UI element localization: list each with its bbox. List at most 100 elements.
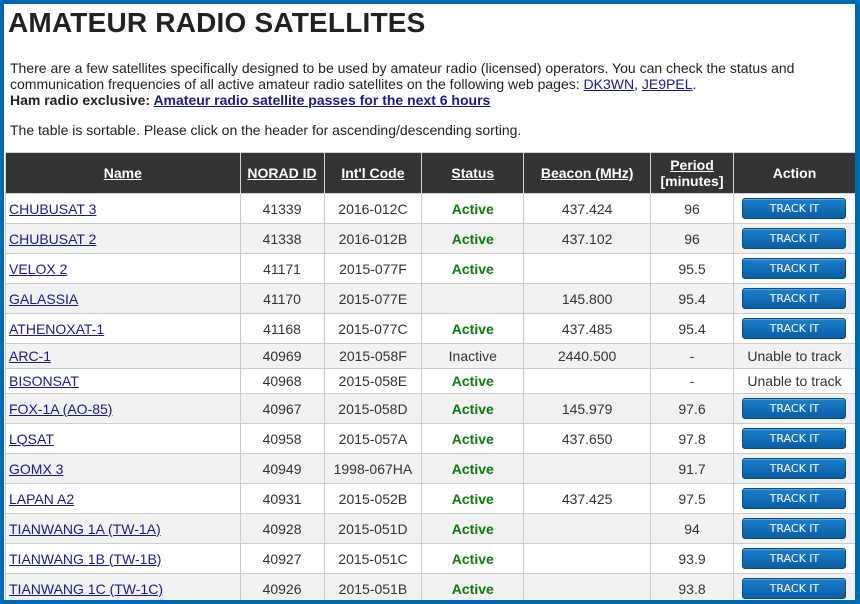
- table-body: CHUBUSAT 3 41339 2016-012C Active 437.424 96 T…: [5, 193, 855, 600]
- cell-beacon: [523, 573, 652, 600]
- cell-status: Active: [421, 223, 525, 254]
- track-it-button[interactable]: TRACK IT: [742, 458, 847, 479]
- header-norad-id[interactable]: NORAD ID: [239, 152, 325, 194]
- status-text: Active: [451, 230, 494, 247]
- cell-period: 94: [650, 513, 734, 544]
- satellites-table: Name NORAD ID Int'l Code Status Beacon (…: [5, 152, 855, 600]
- cell-beacon: 437.485: [523, 313, 652, 344]
- satellite-name-link[interactable]: GALASSIA: [9, 291, 78, 307]
- satellite-name-link[interactable]: TIANWANG 1A (TW-1A): [9, 521, 161, 537]
- cell-intl-code: 2016-012C: [323, 193, 423, 224]
- cell-norad-id: 40967: [239, 393, 325, 424]
- table-row: LQSAT 40958 2015-057A Active 437.650 97.8 TRAC…: [5, 423, 855, 454]
- sort-intl-link[interactable]: Int'l Code: [341, 165, 404, 181]
- track-it-button[interactable]: TRACK IT: [742, 228, 847, 249]
- cell-beacon: [523, 543, 652, 574]
- sort-period-link[interactable]: Period: [670, 157, 714, 173]
- cell-norad-id: 40949: [239, 453, 325, 484]
- cell-norad-id: 41171: [239, 253, 325, 284]
- cell-intl-code: 2015-058D: [323, 393, 423, 424]
- header-status[interactable]: Status: [421, 152, 525, 194]
- cell-action: TRACK IT: [732, 313, 855, 344]
- cell-name: ATHENOXAT-1: [5, 313, 241, 344]
- cell-action: TRACK IT: [732, 253, 855, 284]
- cell-action: TRACK IT: [732, 513, 855, 544]
- cell-intl-code: 2015-051B: [323, 573, 423, 600]
- sort-beacon-link[interactable]: Beacon (MHz): [541, 165, 634, 181]
- header-name[interactable]: Name: [5, 152, 241, 194]
- cell-beacon: [523, 368, 652, 394]
- status-text: Active: [451, 260, 494, 277]
- je9pel-link[interactable]: JE9PEL: [642, 76, 693, 92]
- track-it-button[interactable]: TRACK IT: [742, 488, 847, 509]
- header-beacon[interactable]: Beacon (MHz): [523, 152, 652, 194]
- cell-intl-code: 2015-057A: [323, 423, 423, 454]
- cell-period: 97.5: [650, 483, 734, 514]
- cell-intl-code: 2015-051C: [323, 543, 423, 574]
- cell-name: TIANWANG 1C (TW-1C): [5, 573, 241, 600]
- track-it-button[interactable]: TRACK IT: [742, 198, 847, 219]
- cell-status: Inactive: [421, 343, 525, 369]
- satellite-name-link[interactable]: ARC-1: [9, 348, 51, 364]
- satellite-name-link[interactable]: LQSAT: [9, 431, 54, 447]
- cell-intl-code: 2015-077F: [323, 253, 423, 284]
- sort-name-link[interactable]: Name: [104, 165, 142, 181]
- track-it-button[interactable]: TRACK IT: [742, 578, 847, 599]
- cell-period: 93.8: [650, 573, 734, 600]
- status-text: Active: [451, 580, 494, 597]
- cell-status: Active: [421, 253, 525, 284]
- header-period[interactable]: Period [minutes]: [650, 152, 734, 194]
- period-line2: [minutes]: [660, 173, 724, 189]
- satellite-passes-link[interactable]: Amateur radio satellite passes for the n…: [153, 92, 490, 108]
- track-it-button[interactable]: TRACK IT: [742, 288, 847, 309]
- status-text: Active: [451, 490, 494, 507]
- satellite-name-link[interactable]: LAPAN A2: [9, 491, 74, 507]
- cell-action: TRACK IT: [732, 483, 855, 514]
- cell-beacon: 437.650: [523, 423, 652, 454]
- period-line1: Period: [670, 157, 714, 173]
- cell-norad-id: 40969: [239, 343, 325, 369]
- cell-intl-code: 2015-077E: [323, 283, 423, 314]
- cell-period: 96: [650, 193, 734, 224]
- track-it-button[interactable]: TRACK IT: [742, 518, 847, 539]
- dk3wn-link[interactable]: DK3WN: [584, 76, 635, 92]
- satellite-name-link[interactable]: BISONSAT: [9, 373, 79, 389]
- sort-status-link[interactable]: Status: [451, 165, 494, 181]
- satellite-name-link[interactable]: GOMX 3: [9, 461, 63, 477]
- satellite-name-link[interactable]: TIANWANG 1C (TW-1C): [9, 581, 163, 597]
- track-it-button[interactable]: TRACK IT: [742, 548, 847, 569]
- cell-period: 97.6: [650, 393, 734, 424]
- cell-intl-code: 2015-077C: [323, 313, 423, 344]
- satellite-name-link[interactable]: ATHENOXAT-1: [9, 321, 104, 337]
- cell-beacon: 2440.500: [523, 343, 652, 369]
- cell-norad-id: 41338: [239, 223, 325, 254]
- cell-period: 95.4: [650, 313, 734, 344]
- satellite-name-link[interactable]: CHUBUSAT 3: [9, 201, 96, 217]
- cell-norad-id: 40958: [239, 423, 325, 454]
- cell-beacon: 437.102: [523, 223, 652, 254]
- cell-status: Active: [421, 313, 525, 344]
- cell-period: 95.5: [650, 253, 734, 284]
- satellite-name-link[interactable]: VELOX 2: [9, 261, 67, 277]
- satellite-name-link[interactable]: TIANWANG 1B (TW-1B): [9, 551, 161, 567]
- track-it-button[interactable]: TRACK IT: [742, 318, 847, 339]
- table-row: CHUBUSAT 3 41339 2016-012C Active 437.424 96 T…: [5, 193, 855, 224]
- table-row: BISONSAT 40968 2015-058E Active - Unable to t…: [5, 368, 855, 394]
- satellite-name-link[interactable]: CHUBUSAT 2: [9, 231, 96, 247]
- header-intl-code[interactable]: Int'l Code: [323, 152, 423, 194]
- intro-paragraph: There are a few satellites specifically …: [10, 60, 850, 108]
- track-it-button[interactable]: TRACK IT: [742, 398, 847, 419]
- satellite-name-link[interactable]: FOX-1A (AO-85): [9, 401, 112, 417]
- cell-beacon: 145.979: [523, 393, 652, 424]
- table-row: TIANWANG 1B (TW-1B) 40927 2015-051C Active 9…: [5, 543, 855, 574]
- status-text: Inactive: [448, 348, 497, 364]
- table-row: CHUBUSAT 2 41338 2016-012B Active 437.102 96 T…: [5, 223, 855, 254]
- cell-action: TRACK IT: [732, 573, 855, 600]
- track-it-button[interactable]: TRACK IT: [742, 258, 847, 279]
- cell-name: LAPAN A2: [5, 483, 241, 514]
- sort-norad-link[interactable]: NORAD ID: [247, 165, 316, 181]
- page-title: AMATEUR RADIO SATELLITES: [8, 7, 426, 38]
- sort-note: The table is sortable. Please click on t…: [10, 122, 522, 138]
- table-row: FOX-1A (AO-85) 40967 2015-058D Active 145.97…: [5, 393, 855, 424]
- track-it-button[interactable]: TRACK IT: [742, 428, 847, 449]
